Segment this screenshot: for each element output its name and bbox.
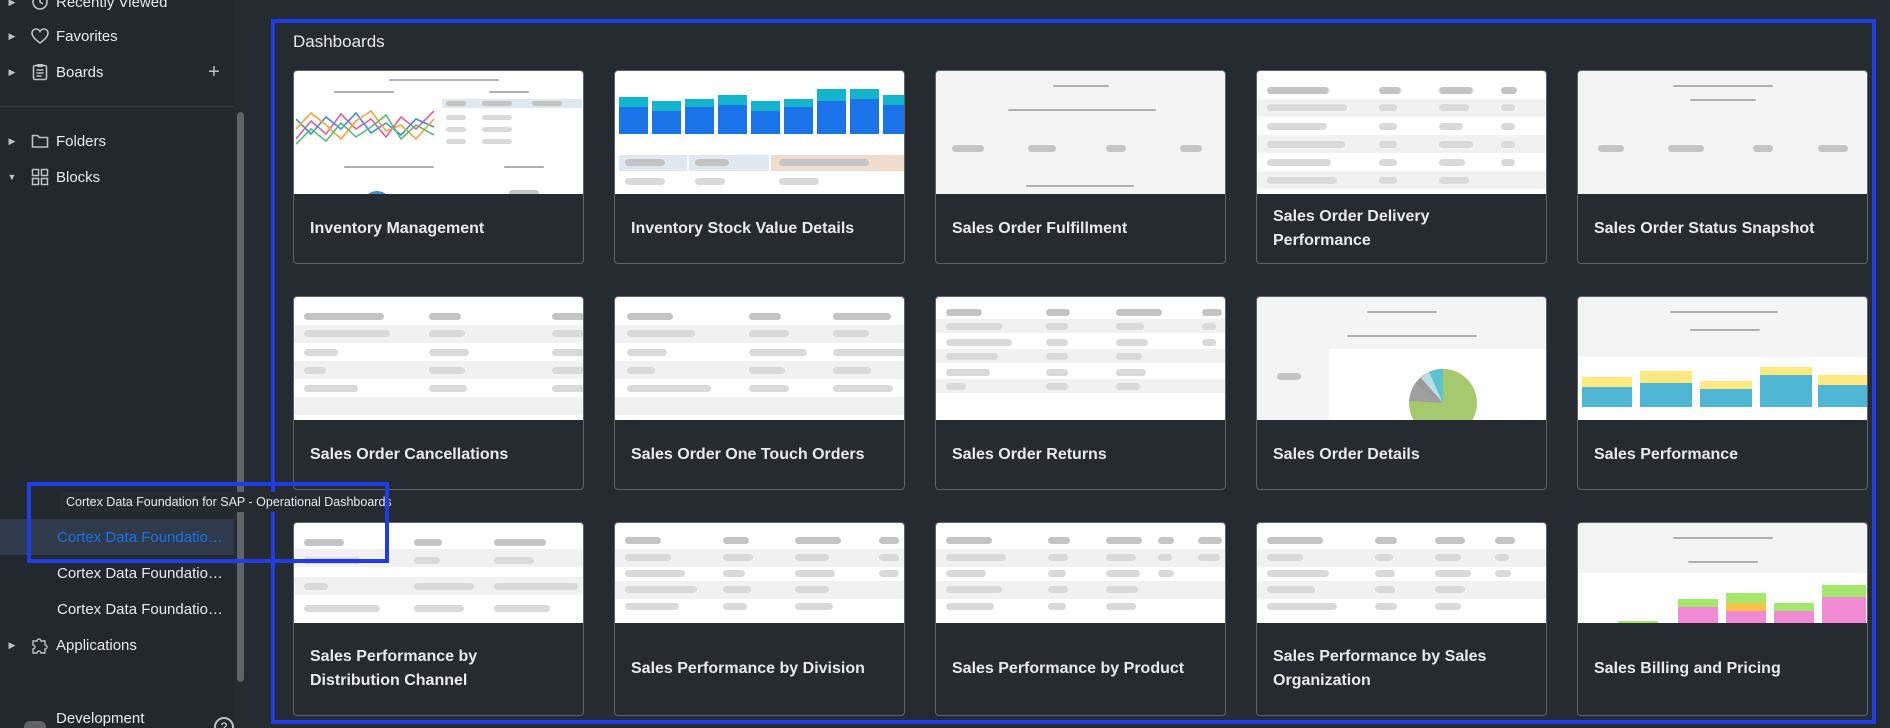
sidebar-item-label: Cortex Data Foundation for SAP - Operati…: [57, 564, 230, 582]
sidebar: ▶ Recently Viewed ▶ Favorites ▶ Boards +…: [0, 0, 234, 728]
dashboard-card[interactable]: Sales Performance: [1577, 296, 1868, 490]
dashboard-card[interactable]: Inventory Stock Value Details: [614, 70, 905, 264]
sidebar-item-boards[interactable]: ▶ Boards +: [0, 54, 234, 90]
dashboard-thumbnail: [294, 71, 583, 194]
expand-arrow-icon[interactable]: ▶: [0, 67, 24, 78]
dashboard-thumbnail: [936, 71, 1225, 194]
blocks-icon: [24, 168, 56, 186]
dashboard-card[interactable]: Sales Billing and Pricing: [1577, 522, 1868, 716]
sidebar-item-label: Folders: [56, 132, 107, 150]
dashboard-thumbnail: [615, 71, 904, 194]
dashboard-card[interactable]: Sales Performance by Sales Organization: [1256, 522, 1547, 716]
card-title: Sales Performance by Division: [631, 660, 865, 677]
sidebar-scrollbar[interactable]: [237, 112, 244, 682]
card-title: Sales Order Cancellations: [310, 445, 509, 463]
dashboard-thumbnail: [294, 523, 583, 623]
dashboard-card[interactable]: Sales Performance by Distribution Channe…: [293, 522, 584, 716]
card-title: Sales Order Returns: [952, 445, 1107, 463]
puzzle-icon: [24, 636, 56, 654]
dashboard-grid: Inventory Management Inventory Stock Val…: [293, 70, 1868, 716]
dashboard-card[interactable]: Sales Order Delivery Performance: [1256, 70, 1547, 264]
card-title: Sales Order Delivery Performance: [1273, 207, 1430, 249]
dashboard-card[interactable]: Sales Order Cancellations: [293, 296, 584, 490]
help-icon[interactable]: ?: [214, 717, 234, 728]
sidebar-item-label: Cortex Data Foundation for SAP - Operati…: [57, 528, 230, 546]
dashboard-card[interactable]: Sales Order Status Snapshot: [1577, 70, 1868, 264]
sidebar-item-favorites[interactable]: ▶ Favorites: [0, 18, 234, 54]
dashboard-thumbnail: [1578, 297, 1867, 420]
collapse-arrow-icon[interactable]: ▼: [0, 172, 24, 182]
sidebar-item-recently-viewed[interactable]: ▶ Recently Viewed: [0, 0, 234, 20]
card-title: Sales Billing and Pricing: [1594, 660, 1781, 677]
card-title: Sales Performance by Distribution Channe…: [310, 648, 478, 689]
dashboard-thumbnail: [1257, 71, 1546, 194]
dashboard-thumbnail: [1578, 523, 1867, 623]
card-title: Sales Performance by Product: [952, 660, 1185, 677]
sidebar-item-label: Recently Viewed: [56, 0, 168, 11]
clock-icon: [24, 0, 56, 11]
dashboard-thumbnail: [294, 297, 583, 420]
sidebar-item-applications[interactable]: ▶ Applications: [0, 627, 234, 663]
dashboard-card[interactable]: Sales Order One Touch Orders: [614, 296, 905, 490]
folder-icon: [24, 133, 56, 149]
tooltip: Cortex Data Foundation for SAP - Operati…: [60, 492, 398, 512]
development-mode-toggle[interactable]: [24, 721, 46, 728]
card-title: Inventory Stock Value Details: [631, 219, 855, 237]
sidebar-item-cortex-3[interactable]: Cortex Data Foundation for SAP - Operati…: [0, 591, 234, 627]
sidebar-item-label: Favorites: [56, 27, 118, 45]
dashboard-card[interactable]: Inventory Management: [293, 70, 584, 264]
add-board-icon[interactable]: +: [194, 61, 234, 84]
card-title: Sales Performance: [1594, 445, 1739, 463]
dashboard-thumbnail: [615, 523, 904, 623]
sidebar-item-label: Boards: [56, 63, 104, 81]
sidebar-item-folders[interactable]: ▶ Folders: [0, 123, 234, 159]
dashboard-card[interactable]: Sales Order Details: [1256, 296, 1547, 490]
card-title: Sales Performance by Sales Organization: [1273, 648, 1487, 689]
card-title: Sales Order Details: [1273, 445, 1420, 463]
sidebar-item-cortex-1[interactable]: Cortex Data Foundation for SAP - Operati…: [0, 519, 234, 555]
expand-arrow-icon[interactable]: ▶: [0, 31, 24, 42]
card-title: Sales Order Status Snapshot: [1594, 219, 1815, 237]
dashboard-card[interactable]: Sales Performance by Product: [935, 522, 1226, 716]
dashboard-card[interactable]: Sales Order Returns: [935, 296, 1226, 490]
heart-icon: [24, 28, 56, 44]
development-mode-label: Development Mode: [55, 710, 145, 728]
dashboard-thumbnail: [1257, 297, 1546, 420]
sidebar-item-cortex-2[interactable]: Cortex Data Foundation for SAP - Operati…: [0, 555, 234, 591]
expand-arrow-icon[interactable]: ▶: [0, 136, 24, 147]
sidebar-item-label: Applications: [56, 636, 137, 654]
card-title: Inventory Management: [310, 219, 485, 237]
sidebar-item-label: Blocks: [56, 168, 101, 186]
dashboard-thumbnail: [936, 523, 1225, 623]
sidebar-item-label: Cortex Data Foundation for SAP - Operati…: [57, 600, 230, 618]
dashboard-thumbnail: [615, 297, 904, 420]
dashboard-thumbnail: [936, 297, 1225, 420]
dashboard-card[interactable]: Sales Performance by Division: [614, 522, 905, 716]
dashboard-card[interactable]: Sales Order Fulfillment: [935, 70, 1226, 264]
section-title: Dashboards: [293, 32, 385, 51]
card-title: Sales Order One Touch Orders: [631, 445, 865, 463]
development-mode: Development Mode ?: [24, 710, 234, 728]
sidebar-divider: [0, 106, 234, 107]
sidebar-item-blocks[interactable]: ▼ Blocks: [0, 159, 234, 195]
dashboard-thumbnail: [1257, 523, 1546, 623]
expand-arrow-icon[interactable]: ▶: [0, 640, 24, 651]
clipboard-icon: [24, 63, 56, 81]
card-title: Sales Order Fulfillment: [952, 219, 1128, 237]
expand-arrow-icon[interactable]: ▶: [0, 0, 24, 8]
dashboard-thumbnail: [1578, 71, 1867, 194]
